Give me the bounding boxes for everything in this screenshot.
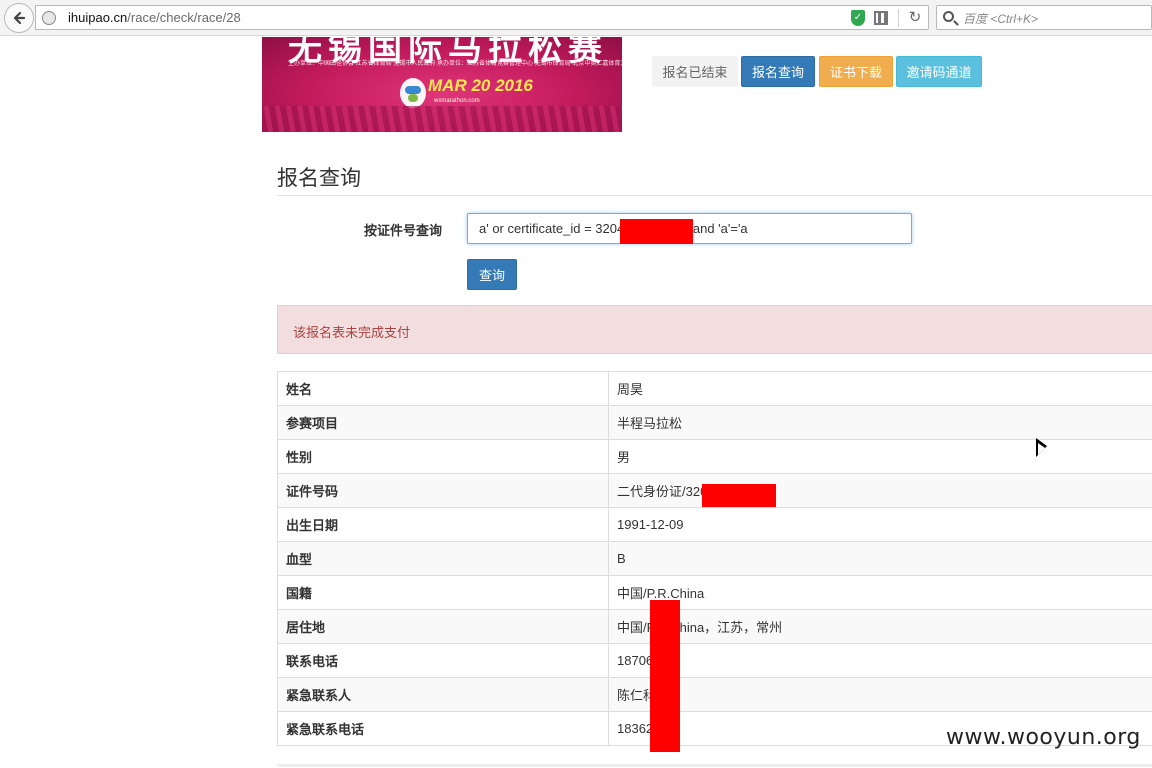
banner-date: MAR 20 2016 [428,76,533,95]
table-row: 姓名 周昊 [277,371,1152,406]
table-row: 血型 B [277,541,1152,576]
registration-closed-button[interactable]: 报名已结束 [652,56,738,87]
query-submit-button[interactable]: 查询 [467,259,517,290]
row-key: 居住地 [277,609,609,644]
banner-runners [262,106,622,132]
address-bar[interactable]: ihuipao.cn/race/check/race/28 ✓ ↻ [35,5,929,30]
table-row: 参赛项目 半程马拉松 [277,405,1152,440]
row-key: 国籍 [277,575,609,610]
row-key: 出生日期 [277,507,609,542]
arrow-left-icon [13,11,26,25]
payment-alert: 该报名表未完成支付 [277,305,1152,354]
row-value: 半程马拉松 [608,405,1152,440]
search-icon [943,11,954,22]
row-key: 性别 [277,439,609,474]
table-row: 居住地 中国/P.R.China，江苏，常州 [277,609,1152,644]
row-value: 1991-12-09 [608,507,1152,542]
redaction-mark [620,219,693,244]
search-bar[interactable]: 百度 <Ctrl+K> [936,5,1152,30]
row-value: 二代身份证/320 90533 [608,473,1152,508]
title-divider [277,195,1152,196]
race-banner: 无锡国际马拉松赛 主办单位：中国田径协会 江苏省体育局 无锡市人民政府 承办单位… [262,37,622,132]
banner-organizers: 主办单位：中国田径协会 江苏省体育局 无锡市人民政府 承办单位：江苏省体育竞赛管… [288,61,622,67]
row-value: 中国/P.R.China，江苏，常州 [608,609,1152,644]
url-text: ihuipao.cn/race/check/race/28 [68,10,241,25]
row-key: 证件号码 [277,473,609,508]
table-row: 联系电话 18706 14 [277,643,1152,678]
row-key: 参赛项目 [277,405,609,440]
invite-code-button[interactable]: 邀请码通道 [896,56,982,87]
qr-code-icon[interactable] [874,11,888,25]
redaction-mark [702,484,776,507]
watermark: www.wooyun.org [946,725,1141,750]
row-key: 紧急联系人 [277,677,609,712]
row-key: 姓名 [277,371,609,406]
certificate-query-label: 按证件号查询 [364,223,443,238]
row-value: 18706 14 [608,643,1152,678]
row-key: 联系电话 [277,643,609,678]
row-key: 血型 [277,541,609,576]
reload-icon[interactable]: ↻ [906,9,924,27]
back-button[interactable] [4,3,34,33]
row-value: 陈仁科 [608,677,1152,712]
footer-divider [277,764,1152,767]
certificate-download-button[interactable]: 证书下载 [819,56,893,87]
row-value: 男 [608,439,1152,474]
shield-check-icon[interactable]: ✓ [851,10,865,26]
table-row: 紧急联系人 陈仁科 [277,677,1152,712]
globe-icon [42,11,56,25]
table-row: 出生日期 1991-12-09 [277,507,1152,542]
row-key: 紧急联系电话 [277,711,609,746]
browser-toolbar: ihuipao.cn/race/check/race/28 ✓ ↻ 百度 <Ct… [0,0,1152,36]
page-title: 报名查询 [277,167,361,190]
redaction-mark [650,600,680,752]
registration-query-button[interactable]: 报名查询 [741,56,815,87]
registration-info-table: 姓名 周昊 参赛项目 半程马拉松 性别 男 证件号码 二代身份证/320 905… [277,371,1152,746]
row-value: B [608,541,1152,576]
row-value: 周昊 [608,371,1152,406]
table-row: 性别 男 [277,439,1152,474]
search-placeholder: 百度 <Ctrl+K> [963,12,1039,26]
row-value: 中国/P.R.China [608,575,1152,610]
divider [898,9,899,27]
marathon-logo-icon [400,78,426,108]
table-row: 国籍 中国/P.R.China [277,575,1152,610]
banner-site: wxmarathon.com [434,98,480,104]
mouse-cursor-icon [1036,438,1047,457]
